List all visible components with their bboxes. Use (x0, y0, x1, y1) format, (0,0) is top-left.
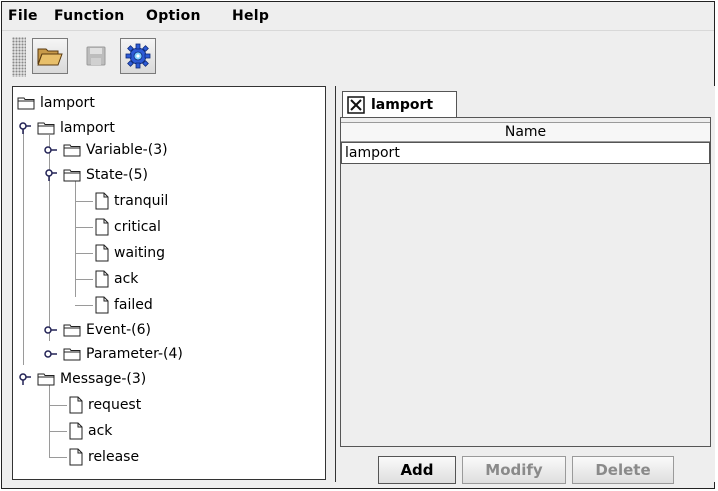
folder-icon (63, 144, 81, 157)
tree-node-label: request (88, 397, 142, 413)
tree-connector (75, 253, 93, 254)
document-icon (95, 218, 109, 236)
add-button-label: Add (400, 461, 434, 479)
document-icon (95, 192, 109, 210)
document-icon (95, 270, 109, 288)
tree-node-variable[interactable]: Variable-(3) (43, 140, 168, 160)
tree-node-label: Variable-(3) (86, 142, 168, 158)
folder-icon (37, 122, 55, 135)
table-header-name[interactable]: Name (341, 122, 710, 142)
tree-node-state[interactable]: State-(5) (43, 165, 148, 185)
tree-leaf-request[interactable]: request (69, 395, 141, 415)
tree-panel: lamport lamport Variable-(3) State-(5) t… (12, 86, 326, 480)
save-button[interactable] (78, 38, 114, 74)
document-icon (69, 422, 83, 440)
tree-node-lamport[interactable]: lamport (17, 118, 115, 138)
tree-leaf-failed[interactable]: failed (95, 295, 153, 315)
document-icon (69, 448, 83, 466)
tree-node-label: State-(5) (86, 167, 148, 183)
tree-connector (75, 279, 93, 280)
tree-connector (49, 377, 50, 457)
column-header-label: Name (504, 124, 547, 140)
expand-handle-icon[interactable] (43, 168, 57, 182)
tree-node-label: critical (114, 219, 161, 235)
tree-connector (75, 201, 93, 202)
folder-icon (17, 97, 35, 110)
tree-connector (49, 431, 67, 432)
tree-node-label: failed (114, 297, 153, 313)
tree-node-label: tranquil (114, 193, 169, 209)
tree-node-label: Event-(6) (86, 322, 151, 338)
folder-open-icon (37, 48, 63, 66)
document-icon (95, 244, 109, 262)
tree-connector (49, 457, 67, 458)
modify-button-label: Modify (485, 461, 543, 479)
toolbar-grip[interactable] (12, 37, 26, 77)
collapsed-handle-icon[interactable] (43, 143, 57, 157)
tab-label: lamport (371, 96, 434, 113)
tree-node-label: ack (114, 271, 139, 287)
menu-function[interactable]: Function (54, 8, 125, 24)
tree-node-label: lamport (60, 120, 115, 136)
application-window: File Function Option Help lamport lampor… (1, 1, 715, 489)
save-icon (86, 46, 106, 66)
tab-content: Name lamport (340, 117, 711, 447)
tree-connector (23, 125, 24, 365)
table-cell: lamport (345, 145, 400, 161)
folder-icon (63, 169, 81, 182)
tree-leaf-waiting[interactable]: waiting (95, 243, 165, 263)
tree-leaf-ack[interactable]: ack (95, 269, 138, 289)
document-icon (95, 296, 109, 314)
tree-node-label: Parameter-(4) (86, 346, 183, 362)
delete-button[interactable]: Delete (572, 456, 674, 484)
tree-node-label: waiting (114, 245, 166, 261)
tree-node-root[interactable]: lamport (17, 93, 95, 113)
menu-option[interactable]: Option (146, 8, 201, 24)
folder-icon (63, 324, 81, 337)
tree-node-label: release (88, 449, 140, 465)
detail-panel: lamport Name lamport Add Modify Delete (335, 86, 715, 484)
tree-node-label: Message-(3) (60, 371, 147, 387)
collapsed-handle-icon[interactable] (43, 323, 57, 337)
folder-icon (37, 373, 55, 386)
table-row[interactable]: lamport (341, 142, 710, 164)
expand-handle-icon[interactable] (17, 372, 31, 386)
settings-button[interactable] (120, 38, 156, 74)
delete-button-label: Delete (595, 461, 651, 479)
tree-connector (49, 405, 67, 406)
tree-leaf-release[interactable]: release (69, 447, 139, 467)
expand-handle-icon[interactable] (17, 121, 31, 135)
tree-leaf-tranquil[interactable]: tranquil (95, 191, 168, 211)
tab-lamport[interactable]: lamport (342, 91, 457, 117)
folder-icon (63, 348, 81, 361)
menu-bar: File Function Option Help (2, 2, 714, 28)
gear-icon (125, 43, 151, 69)
close-tab-icon[interactable] (347, 95, 365, 114)
tree-node-label: lamport (40, 95, 95, 111)
document-icon (69, 396, 83, 414)
tree-leaf-critical[interactable]: critical (95, 217, 161, 237)
menu-help[interactable]: Help (232, 8, 269, 24)
tree-connector (75, 305, 93, 306)
tree-node-label: ack (88, 423, 113, 439)
toolbar (2, 30, 714, 81)
add-button[interactable]: Add (378, 456, 456, 484)
tree-leaf-ack-message[interactable]: ack (69, 421, 112, 441)
collapsed-handle-icon[interactable] (43, 347, 57, 361)
open-button[interactable] (32, 38, 68, 74)
modify-button[interactable]: Modify (462, 456, 566, 484)
tree-node-message[interactable]: Message-(3) (17, 369, 146, 389)
tree-connector (75, 227, 93, 228)
menu-file[interactable]: File (8, 8, 38, 24)
tree-node-parameter[interactable]: Parameter-(4) (43, 344, 183, 364)
tree-node-event[interactable]: Event-(6) (43, 320, 151, 340)
